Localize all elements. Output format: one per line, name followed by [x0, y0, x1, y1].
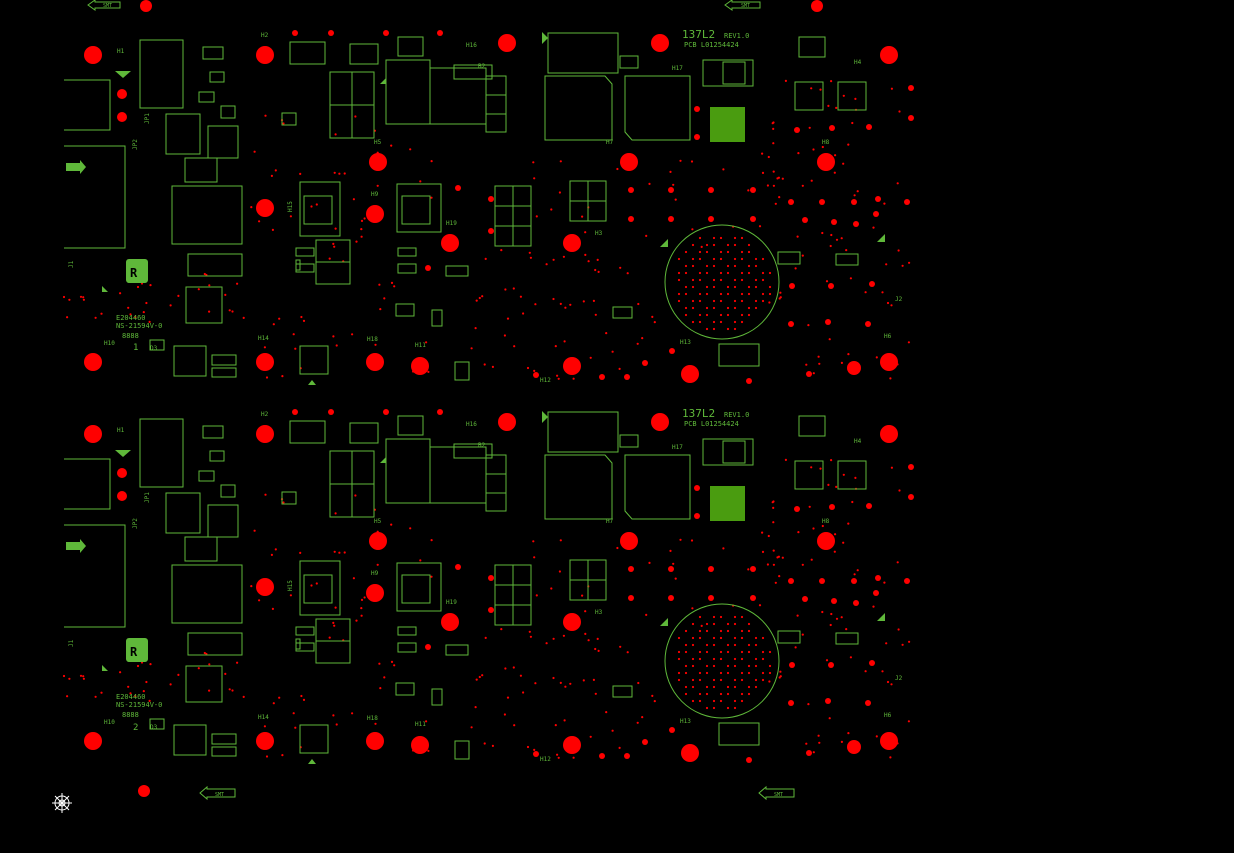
- refdes-label: H6: [884, 333, 892, 340]
- board-index-label: 2: [133, 723, 138, 733]
- refdes-label: H19: [446, 599, 457, 606]
- refdes-label: H5: [374, 139, 382, 146]
- refdes-label: H14: [258, 714, 269, 721]
- labels-top: 137L2 REV1.0 PCB L01254424 E204460 NS-21…: [68, 28, 903, 384]
- board-bottom: [62, 408, 915, 765]
- refdes-label: H14: [258, 335, 269, 342]
- refdes-label: H17: [672, 65, 683, 72]
- smt-label: SMT: [215, 792, 224, 798]
- refdes-label: H18: [367, 336, 378, 343]
- refdes-label: JP1: [144, 113, 151, 124]
- board-rev-label: REV1.0: [724, 32, 749, 40]
- refdes-label: H4: [854, 438, 862, 445]
- fiducial: [140, 0, 152, 12]
- fiducial: [138, 785, 150, 797]
- board-title-label: 137L2: [682, 28, 715, 41]
- refdes-label: H1: [117, 48, 125, 55]
- refdes-label: H11: [415, 721, 426, 728]
- refdes-label: H16: [466, 42, 477, 49]
- refdes-label: J1: [68, 260, 75, 268]
- board-title-label: 137L2: [682, 407, 715, 420]
- refdes-label: H15: [287, 580, 294, 591]
- refdes-label: H16: [466, 421, 477, 428]
- refdes-label: H18: [367, 715, 378, 722]
- refdes-label: H6: [884, 712, 892, 719]
- refdes-label: H11: [415, 342, 426, 349]
- refdes-label: JP1: [144, 492, 151, 503]
- pcb-panel-drawing: R 137L2 REV1.0 PCB L01254424 E204460 NS-…: [52, 0, 915, 813]
- refdes-label: H7: [606, 518, 614, 525]
- refdes-label: H15: [287, 201, 294, 212]
- refdes-label: J1: [68, 639, 75, 647]
- pcb-number-label: PCB L01254424: [684, 41, 739, 49]
- refdes-label: H3: [595, 609, 603, 616]
- refdes-label: B2: [478, 63, 486, 70]
- pcb-panel-canvas: R 137L2 REV1.0 PCB L01254424 E204460 NS-…: [0, 0, 1234, 849]
- refdes-label: H7: [606, 139, 614, 146]
- refdes-label: H17: [672, 444, 683, 451]
- smt-label: SMT: [774, 792, 783, 798]
- refdes-label: H9: [371, 570, 379, 577]
- refdes-label: H9: [371, 191, 379, 198]
- labels-bottom: 137L2 REV1.0 PCB L01254424 E204460 NS-21…: [68, 407, 903, 763]
- refdes-label: H3: [595, 230, 603, 237]
- refdes-label: H13: [680, 339, 691, 346]
- refdes-label: H2: [261, 32, 269, 39]
- board-top: [62, 29, 915, 386]
- refdes-label: H10: [104, 340, 115, 347]
- ul-code-label: NS-21594V-0: [116, 701, 162, 709]
- refdes-label: J2: [895, 675, 903, 682]
- refdes-label: H10: [104, 719, 115, 726]
- ul-number-label: E204460: [116, 314, 146, 322]
- refdes-label: D3: [150, 724, 158, 731]
- refdes-label: B2: [478, 442, 486, 449]
- date-code-label: 8888: [122, 332, 139, 340]
- fiducial: [811, 0, 823, 12]
- refdes-label: H8: [822, 139, 830, 146]
- ul-number-label: E204460: [116, 693, 146, 701]
- refdes-label: H1: [117, 427, 125, 434]
- crosshair-cursor-icon: [52, 793, 72, 813]
- refdes-label: H13: [680, 718, 691, 725]
- board-index-label: 1: [133, 343, 138, 353]
- refdes-label: H12: [540, 756, 551, 763]
- refdes-label: J2: [895, 296, 903, 303]
- pcb-number-label: PCB L01254424: [684, 420, 739, 428]
- refdes-label: H12: [540, 377, 551, 384]
- refdes-label: D3: [150, 345, 158, 352]
- refdes-label: H2: [261, 411, 269, 418]
- refdes-label: JP2: [132, 518, 139, 529]
- date-code-label: 8888: [122, 711, 139, 719]
- board-rev-label: REV1.0: [724, 411, 749, 419]
- refdes-label: JP2: [132, 139, 139, 150]
- refdes-label: H5: [374, 518, 382, 525]
- refdes-label: H4: [854, 59, 862, 66]
- smt-label: SMT: [103, 3, 112, 9]
- ul-code-label: NS-21594V-0: [116, 322, 162, 330]
- refdes-label: H19: [446, 220, 457, 227]
- smt-label: SMT: [741, 3, 750, 9]
- refdes-label: H8: [822, 518, 830, 525]
